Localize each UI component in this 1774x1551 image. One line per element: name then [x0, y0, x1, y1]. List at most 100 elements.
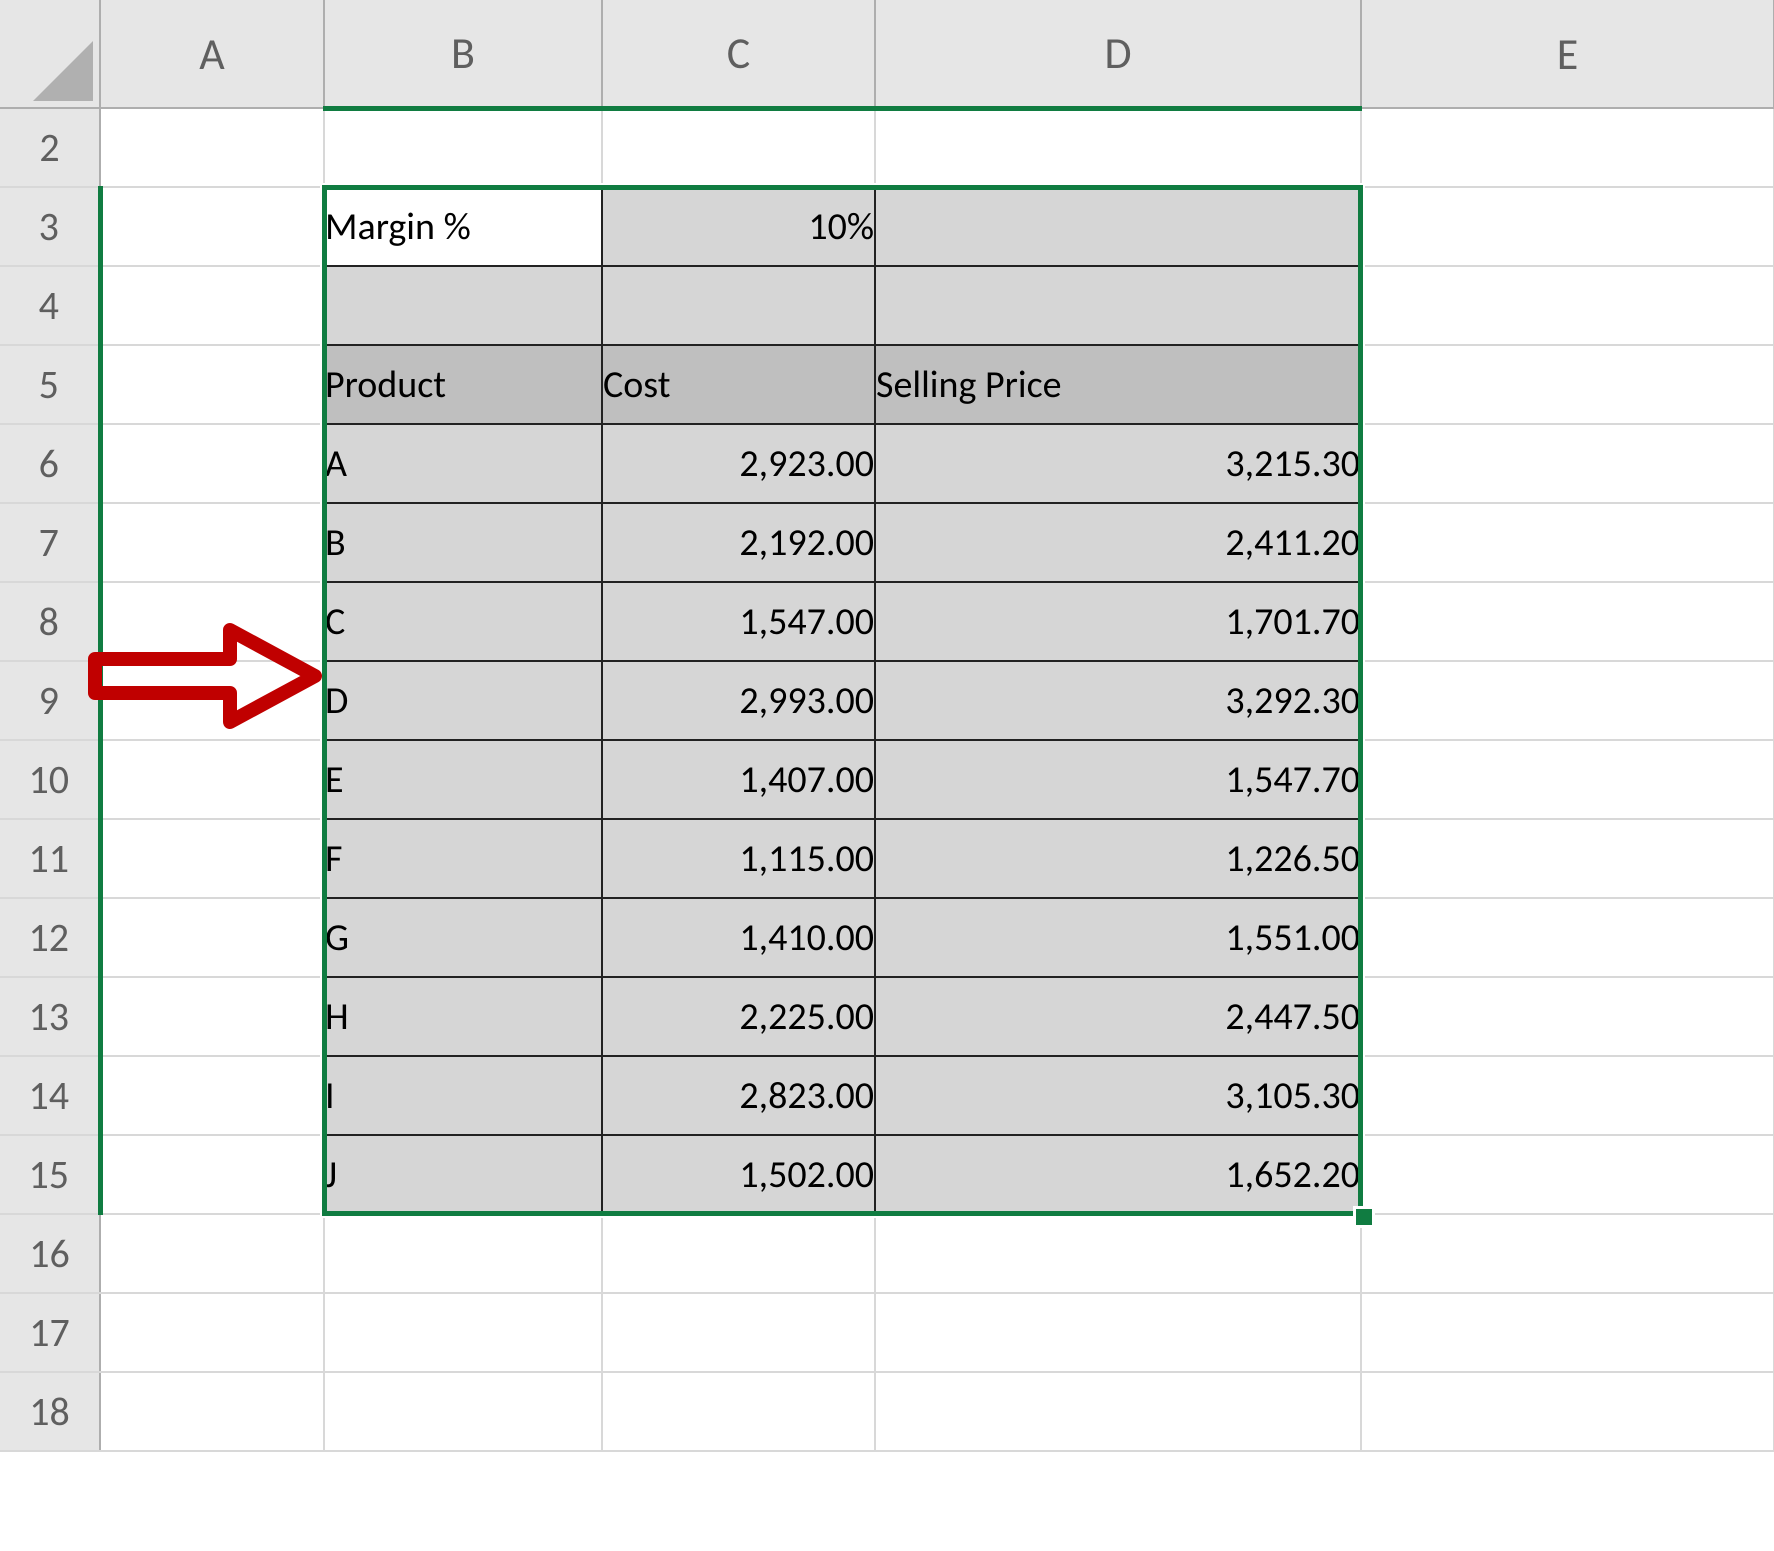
cell-D12[interactable]: 1,551.00: [875, 898, 1361, 977]
cell-D14[interactable]: 3,105.30: [875, 1056, 1361, 1135]
fill-handle[interactable]: [1356, 1209, 1372, 1225]
cell-C18[interactable]: [602, 1372, 875, 1451]
col-header-C[interactable]: C: [602, 0, 875, 108]
cell-B7[interactable]: B: [324, 503, 602, 582]
cell-A13[interactable]: [100, 977, 324, 1056]
cell-E8[interactable]: [1361, 582, 1774, 661]
cell-E12[interactable]: [1361, 898, 1774, 977]
cell-B3[interactable]: Margin %: [324, 187, 602, 266]
cell-C5[interactable]: Cost: [602, 345, 875, 424]
cell-A2[interactable]: [100, 108, 324, 187]
cell-C9[interactable]: 2,993.00: [602, 661, 875, 740]
cell-D7[interactable]: 2,411.20: [875, 503, 1361, 582]
col-header-E[interactable]: E: [1361, 0, 1774, 108]
cell-A14[interactable]: [100, 1056, 324, 1135]
cell-E10[interactable]: [1361, 740, 1774, 819]
cell-D18[interactable]: [875, 1372, 1361, 1451]
cell-B18[interactable]: [324, 1372, 602, 1451]
cell-A7[interactable]: [100, 503, 324, 582]
cell-A12[interactable]: [100, 898, 324, 977]
cell-E17[interactable]: [1361, 1293, 1774, 1372]
cell-D11[interactable]: 1,226.50: [875, 819, 1361, 898]
row-header-3[interactable]: 3: [0, 187, 100, 266]
cell-D10[interactable]: 1,547.70: [875, 740, 1361, 819]
cell-E11[interactable]: [1361, 819, 1774, 898]
row-header-13[interactable]: 13: [0, 977, 100, 1056]
col-header-A[interactable]: A: [100, 0, 324, 108]
row-header-14[interactable]: 14: [0, 1056, 100, 1135]
cell-C15[interactable]: 1,502.00: [602, 1135, 875, 1214]
cell-C3[interactable]: 10%: [602, 187, 875, 266]
cell-E6[interactable]: [1361, 424, 1774, 503]
cell-D6[interactable]: 3,215.30: [875, 424, 1361, 503]
cell-D4[interactable]: [875, 266, 1361, 345]
row-header-5[interactable]: 5: [0, 345, 100, 424]
cell-E9[interactable]: [1361, 661, 1774, 740]
cell-A5[interactable]: [100, 345, 324, 424]
cell-B17[interactable]: [324, 1293, 602, 1372]
cell-B10[interactable]: E: [324, 740, 602, 819]
cell-A8[interactable]: [100, 582, 324, 661]
cell-C13[interactable]: 2,225.00: [602, 977, 875, 1056]
cell-E3[interactable]: [1361, 187, 1774, 266]
cell-B14[interactable]: I: [324, 1056, 602, 1135]
row-header-15[interactable]: 15: [0, 1135, 100, 1214]
cell-A11[interactable]: [100, 819, 324, 898]
cell-B16[interactable]: [324, 1214, 602, 1293]
row-header-8[interactable]: 8: [0, 582, 100, 661]
select-all-corner[interactable]: [0, 0, 100, 108]
cell-D16[interactable]: [875, 1214, 1361, 1293]
cell-A6[interactable]: [100, 424, 324, 503]
cell-C17[interactable]: [602, 1293, 875, 1372]
cell-E13[interactable]: [1361, 977, 1774, 1056]
cell-A16[interactable]: [100, 1214, 324, 1293]
cell-A15[interactable]: [100, 1135, 324, 1214]
cell-C14[interactable]: 2,823.00: [602, 1056, 875, 1135]
cell-C10[interactable]: 1,407.00: [602, 740, 875, 819]
row-header-7[interactable]: 7: [0, 503, 100, 582]
cell-E7[interactable]: [1361, 503, 1774, 582]
cell-C16[interactable]: [602, 1214, 875, 1293]
cell-D5[interactable]: Selling Price: [875, 345, 1361, 424]
cell-E16[interactable]: [1361, 1214, 1774, 1293]
row-header-9[interactable]: 9: [0, 661, 100, 740]
cell-B6[interactable]: A: [324, 424, 602, 503]
cell-C12[interactable]: 1,410.00: [602, 898, 875, 977]
cell-A9[interactable]: [100, 661, 324, 740]
cell-B4[interactable]: [324, 266, 602, 345]
cell-D9[interactable]: 3,292.30: [875, 661, 1361, 740]
cell-D17[interactable]: [875, 1293, 1361, 1372]
row-header-18[interactable]: 18: [0, 1372, 100, 1451]
cell-E4[interactable]: [1361, 266, 1774, 345]
cell-A10[interactable]: [100, 740, 324, 819]
cell-C8[interactable]: 1,547.00: [602, 582, 875, 661]
col-header-B[interactable]: B: [324, 0, 602, 108]
cell-E5[interactable]: [1361, 345, 1774, 424]
cell-D2[interactable]: [875, 108, 1361, 187]
row-header-17[interactable]: 17: [0, 1293, 100, 1372]
worksheet[interactable]: A B C D E 2 3 Margin % 10% 4 5 Product C…: [0, 0, 1774, 1551]
row-header-2[interactable]: 2: [0, 108, 100, 187]
cell-B11[interactable]: F: [324, 819, 602, 898]
cell-A4[interactable]: [100, 266, 324, 345]
cell-E2[interactable]: [1361, 108, 1774, 187]
cell-B8[interactable]: C: [324, 582, 602, 661]
cell-E14[interactable]: [1361, 1056, 1774, 1135]
cell-A3[interactable]: [100, 187, 324, 266]
cell-A18[interactable]: [100, 1372, 324, 1451]
cell-D13[interactable]: 2,447.50: [875, 977, 1361, 1056]
row-header-6[interactable]: 6: [0, 424, 100, 503]
row-header-16[interactable]: 16: [0, 1214, 100, 1293]
cell-D3[interactable]: [875, 187, 1361, 266]
row-header-12[interactable]: 12: [0, 898, 100, 977]
cell-B12[interactable]: G: [324, 898, 602, 977]
col-header-D[interactable]: D: [875, 0, 1361, 108]
cell-A17[interactable]: [100, 1293, 324, 1372]
cell-D15[interactable]: 1,652.20: [875, 1135, 1361, 1214]
cell-C11[interactable]: 1,115.00: [602, 819, 875, 898]
spreadsheet-grid[interactable]: A B C D E 2 3 Margin % 10% 4 5 Product C…: [0, 0, 1774, 1452]
cell-B15[interactable]: J: [324, 1135, 602, 1214]
cell-B9[interactable]: D: [324, 661, 602, 740]
cell-C2[interactable]: [602, 108, 875, 187]
cell-C6[interactable]: 2,923.00: [602, 424, 875, 503]
